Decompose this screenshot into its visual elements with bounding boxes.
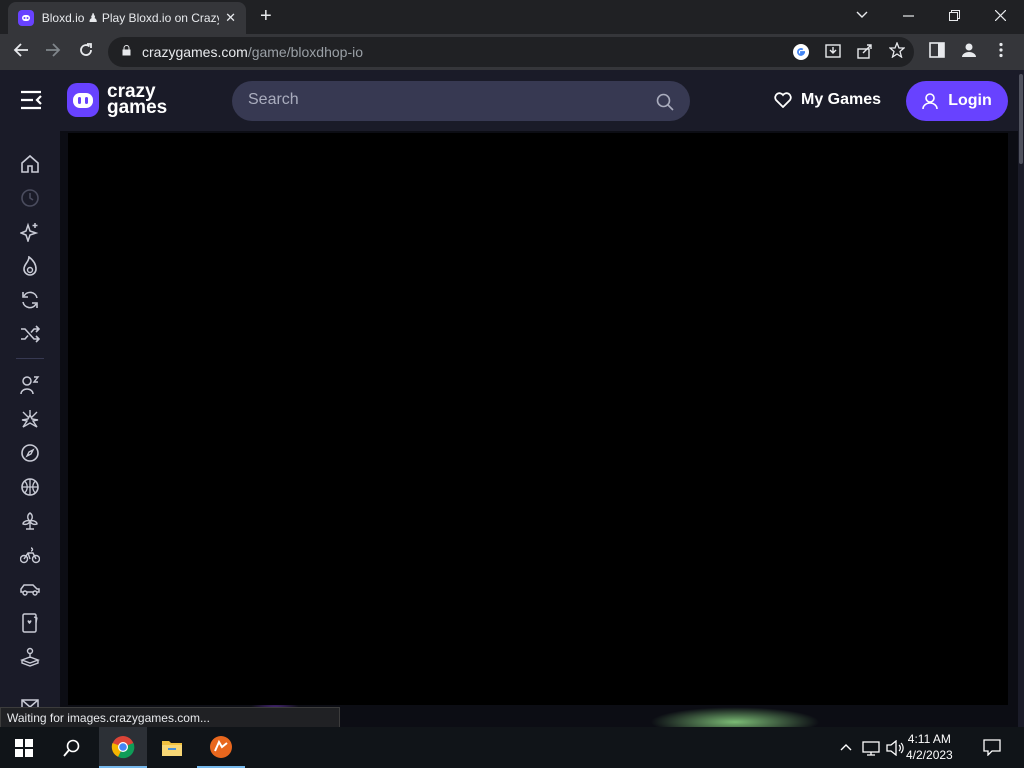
new-tab-button[interactable]: + [260, 6, 272, 26]
login-button[interactable]: Login [906, 81, 1008, 121]
game-frame[interactable] [68, 133, 1008, 705]
multiplayer-icon[interactable] [20, 375, 40, 395]
clock-date: 4/2/2023 [906, 748, 953, 762]
network-icon[interactable] [862, 740, 880, 759]
sidebar-divider [16, 358, 44, 359]
crazygames-favicon-icon [18, 10, 34, 26]
clock-time: 4:11 AM [907, 732, 951, 746]
trending-icon[interactable] [20, 255, 40, 276]
address-bar[interactable]: crazygames.com/game/bloxdhop-io [108, 37, 914, 67]
sidebar [0, 131, 60, 727]
taskbar-search-button[interactable] [48, 727, 96, 768]
my-games-button[interactable]: My Games [774, 91, 881, 109]
app-taskbar-button[interactable] [197, 727, 245, 768]
start-button[interactable] [0, 727, 48, 768]
google-icon[interactable] [792, 43, 810, 64]
app-icon [210, 735, 232, 758]
crazygames-logo[interactable]: crazy games [67, 81, 168, 118]
windows-taskbar: 4:11 AM 4/2/2023 [0, 727, 1024, 768]
volume-icon[interactable] [886, 739, 904, 759]
chrome-icon [111, 735, 135, 758]
home-icon[interactable] [20, 154, 40, 174]
controller-icon[interactable] [20, 647, 40, 667]
side-panel-icon[interactable] [929, 42, 945, 61]
new-icon[interactable] [18, 222, 40, 244]
show-hidden-icons-icon[interactable] [840, 739, 852, 754]
url-text[interactable]: crazygames.com/game/bloxdhop-io [142, 44, 363, 60]
scrollbar-thumb[interactable] [1019, 74, 1023, 164]
tab-close-icon[interactable]: ✕ [225, 10, 236, 26]
logo-text: crazy games [107, 81, 168, 118]
tab-title: Bloxd.io ♟ Play Bloxd.io on CrazyGames [41, 11, 219, 25]
basketball-icon[interactable] [20, 477, 40, 497]
recent-icon[interactable] [20, 188, 40, 208]
heart-icon [774, 92, 792, 108]
login-label: Login [948, 92, 992, 109]
close-window-icon[interactable] [994, 8, 1007, 24]
random-icon[interactable] [20, 324, 41, 344]
profile-icon[interactable] [961, 42, 977, 61]
forward-icon[interactable] [45, 42, 61, 62]
taskbar-clock[interactable]: 4:11 AM 4/2/2023 [906, 731, 953, 763]
minimize-icon[interactable] [903, 8, 914, 24]
file-explorer-taskbar-button[interactable] [148, 727, 196, 768]
bike-icon[interactable] [19, 545, 41, 565]
page-scrollbar[interactable] [1018, 70, 1024, 727]
logo-mark-icon [67, 83, 99, 117]
search-input[interactable] [248, 91, 628, 109]
back-icon[interactable] [13, 42, 29, 62]
user-icon [922, 92, 939, 109]
search-box[interactable] [232, 81, 690, 121]
site-header: crazy games My Games Login [0, 70, 1018, 131]
restore-icon[interactable] [949, 8, 960, 24]
more-menu-icon[interactable] [999, 42, 1003, 61]
adventure-icon[interactable] [20, 443, 40, 463]
magnifier-icon [63, 739, 80, 757]
browser-toolbar: crazygames.com/game/bloxdhop-io [0, 34, 1024, 70]
search-icon[interactable] [656, 93, 674, 116]
car-icon[interactable] [20, 579, 40, 599]
card-icon[interactable] [20, 613, 40, 633]
folder-icon [162, 740, 182, 756]
reload-icon[interactable] [78, 42, 94, 62]
menu-toggle-icon[interactable] [20, 90, 42, 115]
install-app-icon[interactable] [825, 43, 841, 62]
action-icon[interactable] [20, 409, 40, 429]
updated-icon[interactable] [20, 290, 40, 310]
chrome-taskbar-button[interactable] [99, 727, 147, 768]
browser-titlebar: Bloxd.io ♟ Play Bloxd.io on CrazyGames ✕… [0, 0, 1024, 34]
windows-logo-icon [15, 738, 33, 757]
share-icon[interactable] [857, 43, 873, 62]
thumbnail-glow [650, 707, 820, 727]
notifications-icon[interactable] [983, 739, 1001, 759]
browser-tab[interactable]: Bloxd.io ♟ Play Bloxd.io on CrazyGames ✕ [8, 2, 246, 34]
status-bubble: Waiting for images.crazygames.com... [0, 707, 340, 728]
tab-search-icon[interactable] [856, 6, 868, 22]
casual-icon[interactable] [20, 511, 40, 531]
lock-icon[interactable] [122, 45, 131, 56]
my-games-label: My Games [801, 91, 882, 108]
bookmark-star-icon[interactable] [888, 41, 906, 61]
